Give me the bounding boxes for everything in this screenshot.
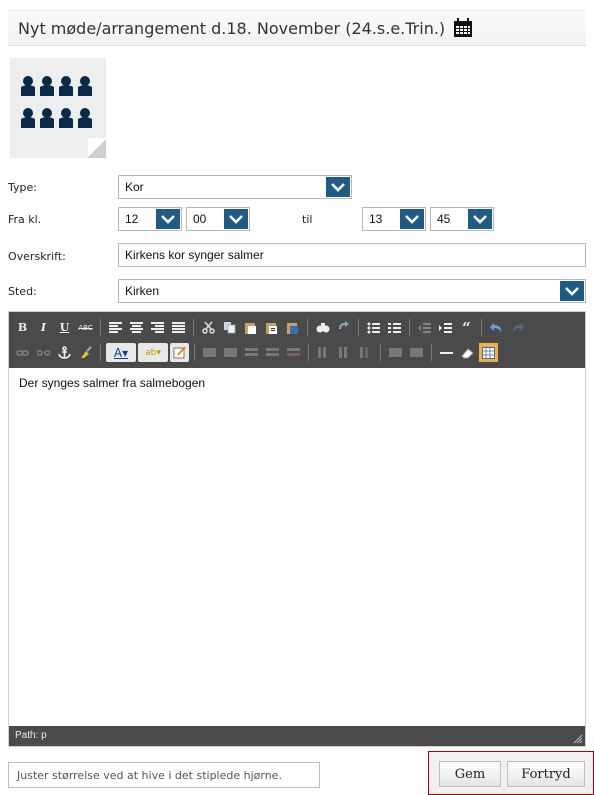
- rich-text-editor: B I U ABC “ A▾ ab▾ Der synges salmer fra…: [8, 311, 586, 747]
- align-left-icon[interactable]: [106, 318, 125, 337]
- to-hour-value: 13: [369, 212, 383, 226]
- chevron-down-icon[interactable]: [326, 177, 350, 197]
- save-button[interactable]: Gem: [439, 761, 501, 787]
- toolbar-divider: [380, 344, 381, 361]
- toolbar-divider: [481, 319, 482, 336]
- table-icon[interactable]: [479, 343, 498, 362]
- align-right-icon[interactable]: [148, 318, 167, 337]
- toolbar-divider: [431, 344, 432, 361]
- toolbar-divider: [308, 344, 309, 361]
- horizontal-rule-icon[interactable]: [437, 343, 456, 362]
- undo-icon[interactable]: [487, 318, 506, 337]
- delete-col-icon[interactable]: [356, 343, 375, 362]
- toolbar-row-2: A▾ ab▾: [13, 340, 581, 365]
- resize-hint: Juster størrelse ved at hive i det stipl…: [8, 762, 320, 788]
- cancel-button[interactable]: Fortryd: [507, 761, 585, 787]
- cut-icon[interactable]: [199, 318, 218, 337]
- merge-cells-icon[interactable]: [407, 343, 426, 362]
- from-label: Fra kl.: [8, 213, 42, 226]
- chevron-down-icon[interactable]: [400, 209, 424, 229]
- insert-col-after-icon[interactable]: [335, 343, 354, 362]
- chevron-down-icon[interactable]: [560, 281, 584, 301]
- type-label: Type:: [8, 181, 37, 194]
- insert-col-before-icon[interactable]: [314, 343, 333, 362]
- bold-button[interactable]: B: [13, 318, 32, 337]
- type-value: Kor: [125, 180, 144, 194]
- cell-props-icon[interactable]: [221, 343, 240, 362]
- from-hour-value: 12: [125, 212, 139, 226]
- editor-toolbar: B I U ABC “ A▾ ab▾: [9, 312, 585, 368]
- from-minute-value: 00: [193, 212, 207, 226]
- to-hour-select[interactable]: 13: [362, 207, 426, 231]
- delete-row-icon[interactable]: [284, 343, 303, 362]
- paste-word-icon[interactable]: [283, 318, 302, 337]
- replace-icon[interactable]: [334, 318, 353, 337]
- unlink-icon[interactable]: [34, 343, 53, 362]
- italic-button[interactable]: I: [34, 318, 53, 337]
- toolbar-divider: [100, 344, 101, 361]
- from-hour-select[interactable]: 12: [118, 207, 182, 231]
- editor-content-area[interactable]: Der synges salmer fra salmebogen: [9, 368, 585, 726]
- calendar-icon[interactable]: [453, 18, 473, 38]
- numbered-list-icon[interactable]: [385, 318, 404, 337]
- row-props-icon[interactable]: [200, 343, 219, 362]
- toolbar-divider: [100, 319, 101, 336]
- chevron-down-icon[interactable]: [156, 209, 180, 229]
- toolbar-divider: [409, 319, 410, 336]
- action-buttons-frame: Gem Fortryd: [428, 751, 594, 795]
- editor-statusbar: Path: p: [9, 726, 585, 746]
- to-minute-select[interactable]: 45: [430, 207, 494, 231]
- type-select[interactable]: Kor: [118, 175, 352, 199]
- edit-style-icon[interactable]: [170, 343, 189, 362]
- highlight-color-icon[interactable]: ab▾: [138, 343, 168, 362]
- redo-icon[interactable]: [508, 318, 527, 337]
- heading-value: Kirkens kor synger salmer: [125, 248, 264, 262]
- insert-row-before-icon[interactable]: [242, 343, 261, 362]
- toolbar-divider: [307, 319, 308, 336]
- to-minute-value: 45: [437, 212, 451, 226]
- split-cells-icon[interactable]: [386, 343, 405, 362]
- toolbar-row-1: B I U ABC “: [13, 315, 581, 340]
- paste-icon[interactable]: [241, 318, 260, 337]
- page-header: Nyt møde/arrangement d.18. November (24.…: [8, 10, 586, 46]
- page-title: Nyt møde/arrangement d.18. November (24.…: [18, 18, 446, 38]
- toolbar-divider: [194, 344, 195, 361]
- bullet-list-icon[interactable]: [364, 318, 383, 337]
- align-center-icon[interactable]: [127, 318, 146, 337]
- page-fold-corner: [88, 138, 106, 158]
- resize-handle-icon[interactable]: [571, 732, 583, 744]
- editor-text: Der synges salmer fra salmebogen: [19, 376, 206, 390]
- place-select[interactable]: Kirken: [118, 279, 586, 303]
- copy-icon[interactable]: [220, 318, 239, 337]
- outdent-icon[interactable]: [415, 318, 434, 337]
- heading-input[interactable]: Kirkens kor synger salmer: [118, 243, 586, 267]
- place-label: Sted:: [8, 285, 37, 298]
- find-icon[interactable]: [313, 318, 332, 337]
- resize-hint-text: Juster størrelse ved at hive i det stipl…: [17, 768, 282, 782]
- chevron-down-icon[interactable]: [224, 209, 248, 229]
- editor-path: Path: p: [15, 730, 47, 741]
- anchor-icon[interactable]: [55, 343, 74, 362]
- chevron-down-icon[interactable]: [468, 209, 492, 229]
- insert-row-after-icon[interactable]: [263, 343, 282, 362]
- font-color-icon[interactable]: A▾: [106, 343, 136, 362]
- from-minute-select[interactable]: 00: [186, 207, 250, 231]
- paste-text-icon[interactable]: [262, 318, 281, 337]
- blockquote-icon[interactable]: “: [457, 318, 476, 337]
- underline-button[interactable]: U: [55, 318, 74, 337]
- eraser-icon[interactable]: [458, 343, 477, 362]
- indent-icon[interactable]: [436, 318, 455, 337]
- toolbar-divider: [358, 319, 359, 336]
- place-value: Kirken: [125, 284, 160, 298]
- toolbar-divider: [193, 319, 194, 336]
- link-icon[interactable]: [13, 343, 32, 362]
- strikethrough-button[interactable]: ABC: [76, 318, 95, 337]
- to-label: til: [302, 213, 313, 226]
- align-justify-icon[interactable]: [169, 318, 188, 337]
- cleanup-icon[interactable]: [76, 343, 95, 362]
- heading-label: Overskrift:: [8, 250, 66, 263]
